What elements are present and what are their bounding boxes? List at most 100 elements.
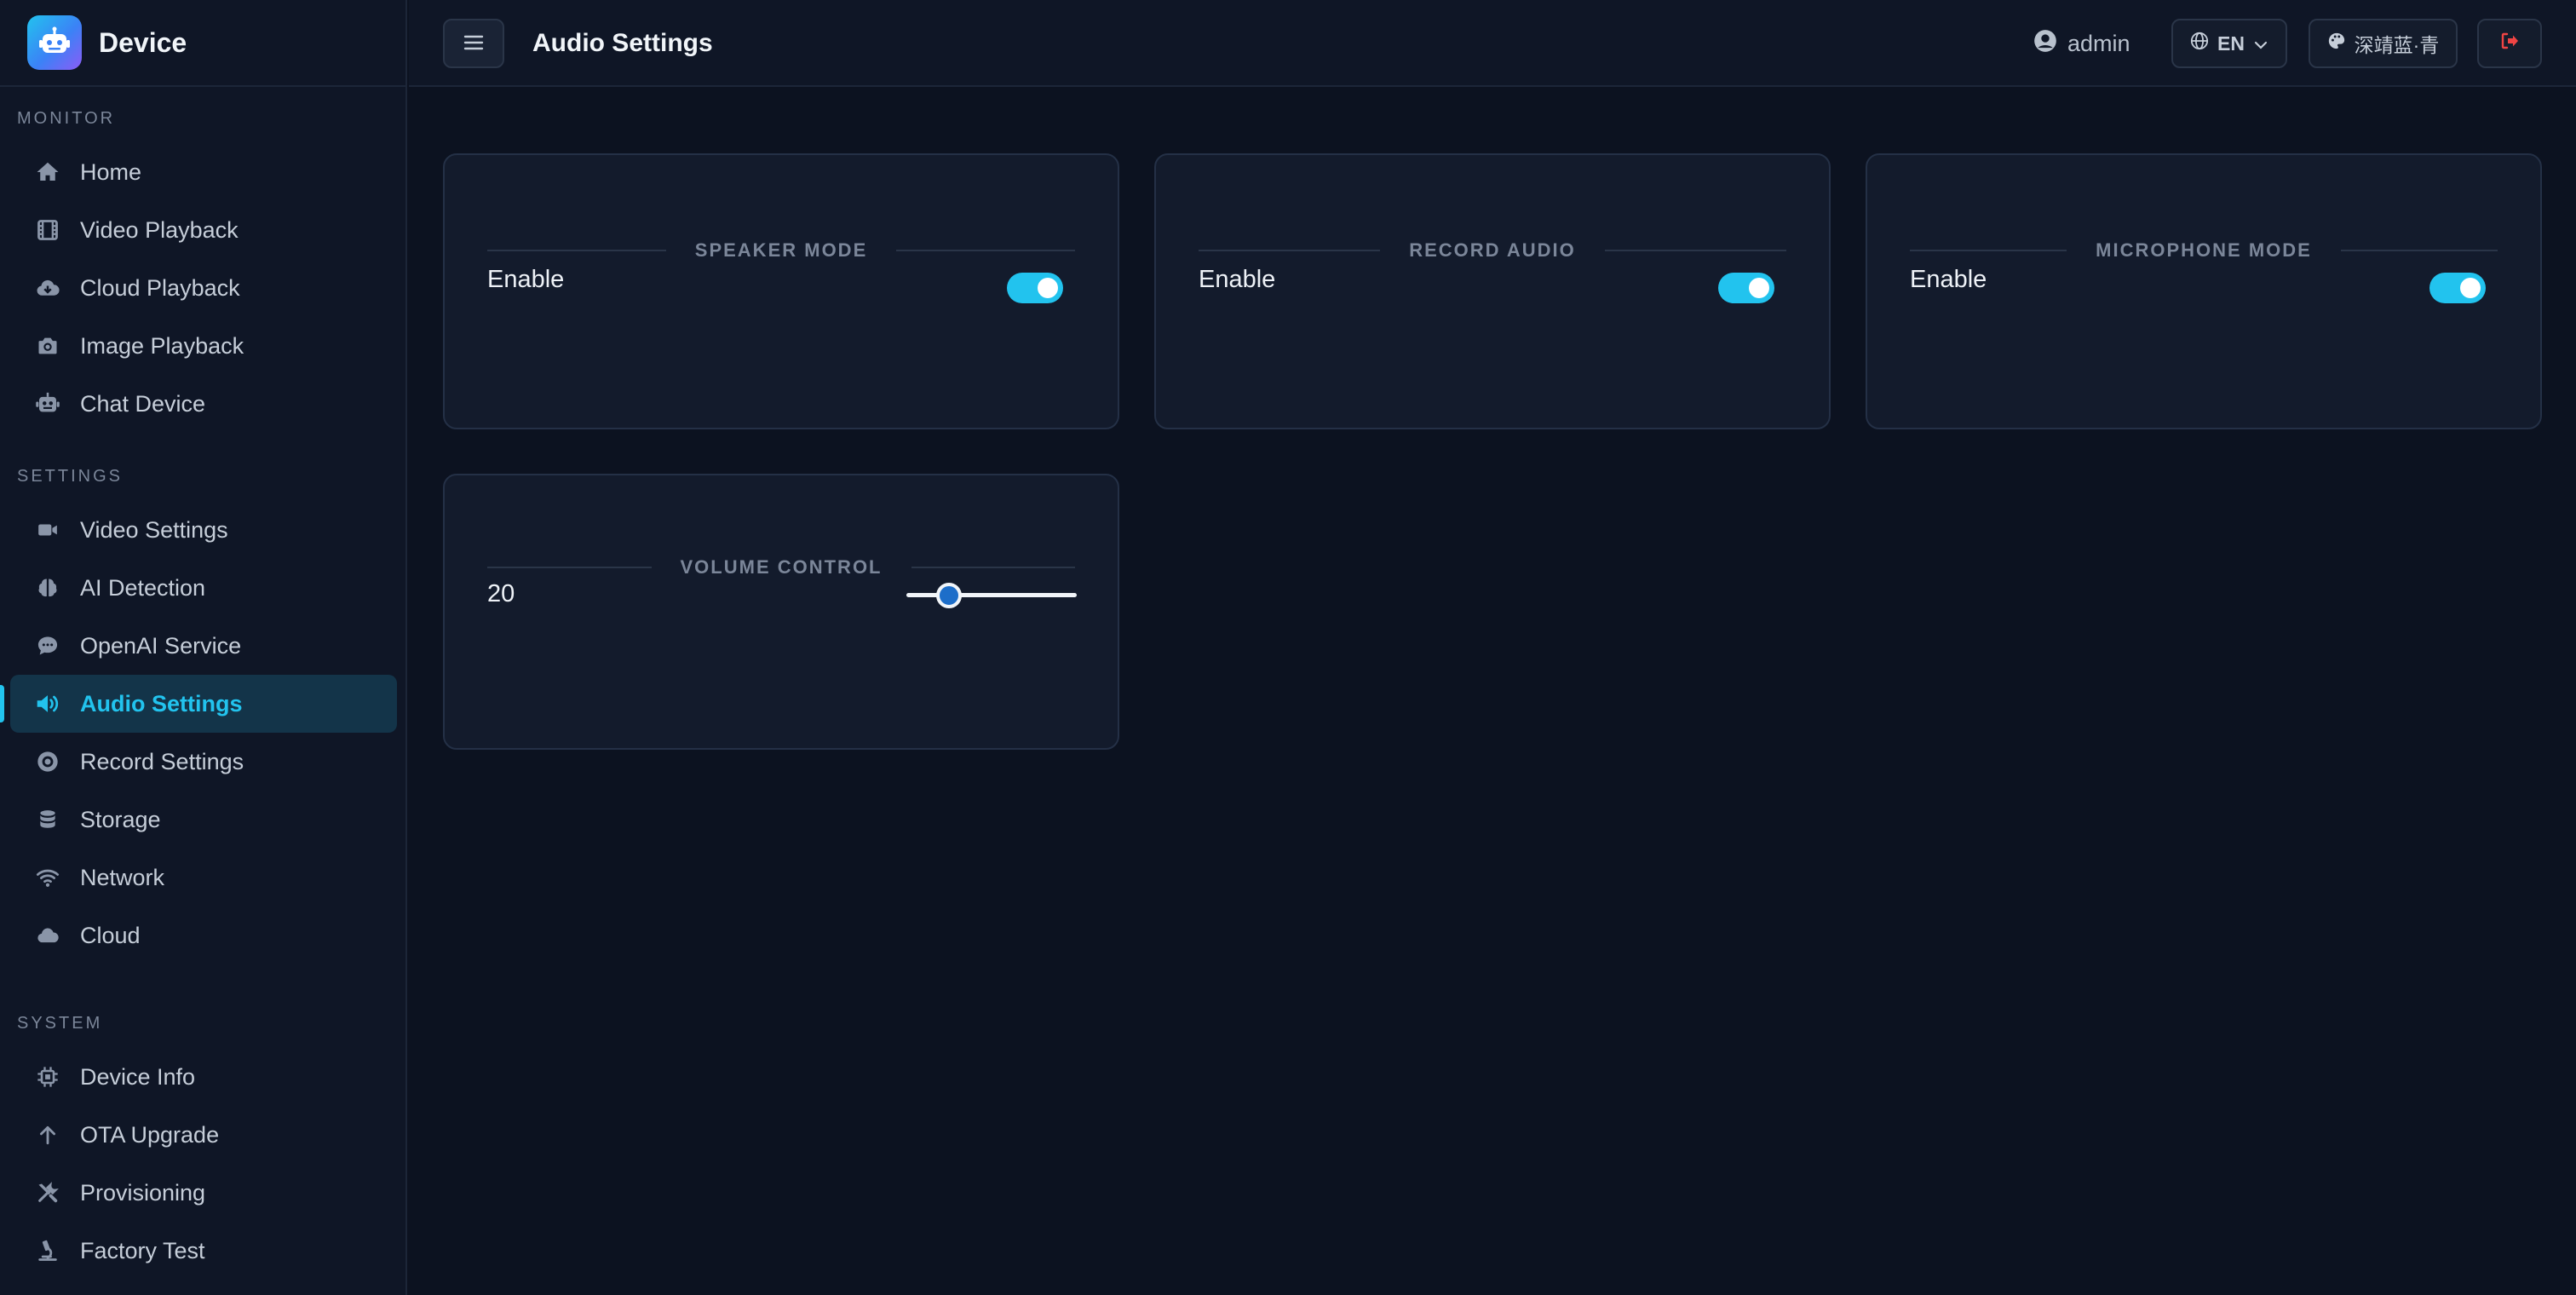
speaker-mode-card: SPEAKER MODE Enable (443, 153, 1119, 429)
sidebar-item-video-playback[interactable]: Video Playback (10, 201, 397, 259)
slider-track (906, 593, 1077, 597)
robot-icon (34, 390, 61, 417)
settings-section: SETTINGS Video Settings AI Detection Ope… (0, 463, 407, 964)
sidebar-item-network[interactable]: Network (10, 849, 397, 906)
record-audio-toggle[interactable] (1718, 273, 1774, 303)
divider (2340, 250, 2498, 251)
chat-icon (34, 632, 61, 659)
sidebar-item-label: Image Playback (80, 332, 244, 359)
card-title: RECORD AUDIO (1409, 239, 1576, 261)
microphone-enable-label: Enable (1910, 266, 1987, 293)
speaker-icon (34, 690, 61, 717)
sidebar-item-chat-device[interactable]: Chat Device (10, 375, 397, 433)
hamburger-icon (463, 34, 484, 54)
card-title: VOLUME CONTROL (680, 556, 883, 578)
logout-icon (2498, 31, 2521, 56)
database-icon (34, 806, 61, 833)
volume-slider[interactable] (906, 578, 1077, 612)
top-header: Audio Settings admin EN 深靖蓝·青 (409, 0, 2576, 87)
sidebar-item-video-settings[interactable]: Video Settings (10, 501, 397, 559)
sidebar-item-label: Video Settings (80, 516, 228, 543)
sidebar-item-cloud-playback[interactable]: Cloud Playback (10, 259, 397, 317)
film-icon (34, 216, 61, 244)
divider (487, 567, 652, 568)
divider (911, 567, 1075, 568)
brain-icon (34, 574, 61, 601)
toggle-knob (1749, 278, 1769, 298)
app-root: Device MONITOR Home Video Playback Cloud… (0, 0, 2576, 1295)
card-legend: SPEAKER MODE (487, 239, 1076, 261)
sidebar-item-label: OpenAI Service (80, 632, 242, 659)
sidebar: Device MONITOR Home Video Playback Cloud… (0, 0, 407, 1295)
wifi-icon (34, 864, 61, 891)
sidebar-item-image-playback[interactable]: Image Playback (10, 317, 397, 375)
user-circle-icon (2033, 29, 2067, 59)
page-title: Audio Settings (532, 29, 713, 57)
divider (487, 250, 666, 251)
divider (1199, 250, 1381, 251)
sidebar-item-openai-service[interactable]: OpenAI Service (10, 617, 397, 675)
robot-logo-icon (27, 15, 82, 70)
section-title-system: SYSTEM (17, 1014, 103, 1033)
section-title-monitor: MONITOR (17, 109, 116, 128)
sidebar-item-label: OTA Upgrade (80, 1121, 220, 1148)
divider (1910, 250, 2067, 251)
sidebar-item-label: Home (80, 158, 142, 185)
monitor-section: MONITOR Home Video Playback Cloud Playba… (0, 106, 407, 433)
brand[interactable]: Device (0, 0, 405, 87)
video-icon (34, 516, 61, 544)
volume-control-card: VOLUME CONTROL 20 (443, 474, 1119, 750)
palette-icon (2327, 32, 2346, 55)
brand-name: Device (99, 26, 187, 58)
sidebar-item-record-settings[interactable]: Record Settings (10, 733, 397, 791)
card-legend: MICROPHONE MODE (1910, 239, 2498, 261)
sidebar-item-provisioning[interactable]: Provisioning (10, 1164, 397, 1222)
chip-icon (34, 1063, 61, 1091)
arrow-up-icon (34, 1121, 61, 1148)
sidebar-item-label: Chat Device (80, 390, 206, 417)
divider (1604, 250, 1786, 251)
record-audio-card: RECORD AUDIO Enable (1154, 153, 1831, 429)
sidebar-item-storage[interactable]: Storage (10, 791, 397, 849)
divider (896, 250, 1076, 251)
speaker-enable-label: Enable (487, 266, 565, 293)
record-enable-label: Enable (1199, 266, 1276, 293)
sidebar-item-home[interactable]: Home (10, 143, 397, 201)
sidebar-item-label: AI Detection (80, 574, 206, 601)
chevron-down-icon (2253, 32, 2268, 55)
speaker-mode-toggle[interactable] (1007, 273, 1063, 303)
cloud-download-icon (34, 274, 61, 302)
card-legend: RECORD AUDIO (1199, 239, 1786, 261)
menu-toggle-button[interactable] (443, 19, 504, 68)
card-title: MICROPHONE MODE (2096, 239, 2312, 261)
username: admin (2067, 30, 2130, 56)
section-title-settings: SETTINGS (17, 467, 124, 486)
sidebar-item-label: Video Playback (80, 216, 239, 243)
sidebar-item-factory-test[interactable]: Factory Test (10, 1222, 397, 1280)
theme-value: 深靖蓝·青 (2354, 34, 2440, 56)
slider-thumb[interactable] (936, 583, 962, 608)
microscope-icon (34, 1237, 61, 1264)
logout-button[interactable] (2477, 19, 2542, 68)
sidebar-item-device-info[interactable]: Device Info (10, 1048, 397, 1106)
sidebar-item-label: Audio Settings (80, 690, 243, 717)
globe-icon (2190, 32, 2209, 55)
home-icon (34, 158, 61, 186)
language-value: EN (2217, 32, 2245, 55)
sidebar-item-ota-upgrade[interactable]: OTA Upgrade (10, 1106, 397, 1164)
sidebar-item-label: Device Info (80, 1063, 196, 1090)
sidebar-item-label: Record Settings (80, 748, 244, 774)
sidebar-item-ai-detection[interactable]: AI Detection (10, 559, 397, 617)
camera-icon (34, 332, 61, 360)
system-section: SYSTEM Device Info OTA Upgrade Provision… (0, 1010, 407, 1280)
cloud-icon (34, 922, 61, 949)
language-select[interactable]: EN (2171, 19, 2287, 68)
tools-icon (34, 1179, 61, 1206)
sidebar-item-label: Cloud (80, 922, 141, 948)
toggle-knob (2460, 278, 2481, 298)
user-menu[interactable]: admin (2033, 0, 2130, 87)
sidebar-item-cloud[interactable]: Cloud (10, 906, 397, 964)
sidebar-item-audio-settings[interactable]: Audio Settings (0, 675, 397, 733)
theme-select[interactable]: 深靖蓝·青 (2309, 19, 2458, 68)
microphone-mode-toggle[interactable] (2429, 273, 2486, 303)
